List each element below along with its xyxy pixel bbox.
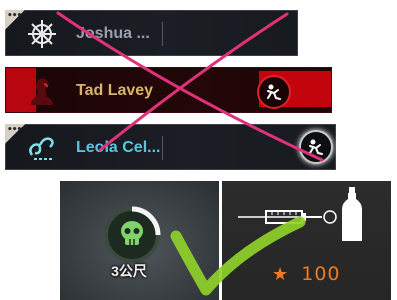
row-divider [162, 136, 163, 160]
ship-wheel-icon [28, 20, 56, 48]
distance-label: 3公尺 [111, 263, 147, 279]
downed-figure-icon [299, 130, 333, 164]
row-divider [162, 22, 163, 46]
score-value: 100 [301, 263, 341, 285]
score-row: ★ 100 [272, 263, 341, 285]
player-row-tad-lavey[interactable]: Tad Lavey [5, 67, 332, 113]
player-name: Tad Lavey [76, 82, 154, 99]
player-row-joshua[interactable]: ••• Joshua ... [5, 10, 298, 56]
ellipsis-icon[interactable]: ••• [5, 10, 25, 30]
downed-figure-icon [257, 75, 291, 109]
ellipsis-icon[interactable]: ••• [5, 124, 25, 144]
player-name: Leola Cel... [76, 139, 161, 156]
hunter-icon [31, 78, 53, 105]
star-icon: ★ [272, 264, 289, 285]
bottle-icon [342, 187, 362, 241]
score-panel: ★ 100 [222, 181, 391, 300]
player-row-leola[interactable]: ••• Leola Cel... [5, 124, 336, 170]
distance-marker-panel: 3公尺 [60, 181, 219, 300]
chain-icon [29, 137, 54, 160]
player-name: Joshua ... [76, 25, 150, 42]
skull-marker [104, 206, 161, 263]
game-hud-screenshot: ••• Joshua ... Tad Lavey ••• Leola Cel..… [0, 0, 397, 300]
